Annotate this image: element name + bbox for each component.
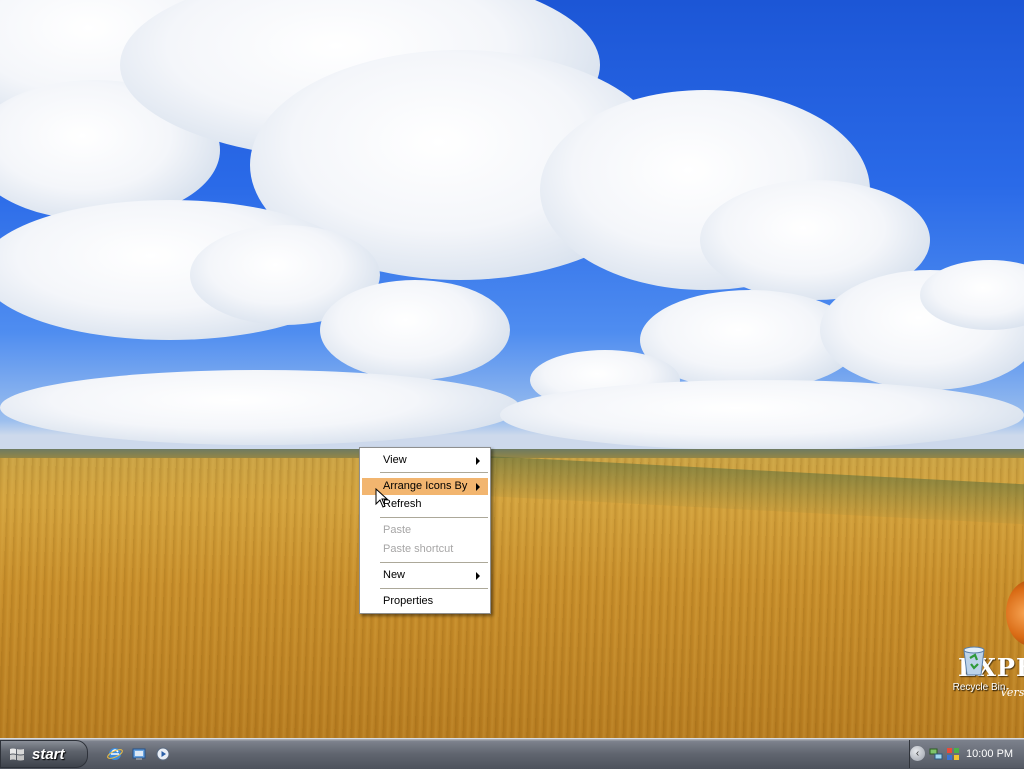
internet-explorer-icon[interactable]	[107, 746, 123, 762]
menu-item-label: Arrange Icons By	[383, 480, 468, 492]
submenu-arrow-icon	[476, 457, 480, 465]
recycle-bin-label: Recycle Bin	[952, 682, 1006, 693]
mouse-cursor-icon	[375, 488, 389, 508]
wallpaper-cloud	[500, 380, 1024, 450]
recycle-bin-icon	[963, 646, 985, 676]
menu-separator	[380, 517, 488, 518]
show-hidden-icons-chevron[interactable]: ‹	[910, 746, 925, 761]
show-desktop-icon[interactable]	[131, 746, 147, 762]
clock[interactable]: 10:00 PM	[966, 748, 1013, 760]
menu-item-paste-shortcut[interactable]: Paste shortcut	[362, 541, 488, 558]
desktop-context-menu: View Arrange Icons By Refresh Paste Past…	[359, 447, 491, 614]
submenu-arrow-icon	[476, 483, 480, 491]
taskbar: start ‹ 10:00 PM	[0, 738, 1024, 769]
menu-item-label: Properties	[383, 595, 434, 607]
wallpaper-cloud	[320, 280, 510, 380]
desktop-icon-recycle-bin[interactable]: Recycle Bin	[944, 644, 1014, 696]
menu-item-properties[interactable]: Properties	[362, 593, 488, 610]
start-button[interactable]: start	[0, 740, 88, 768]
desktop[interactable]: EXPE Vers Recycle Bin View Arrange Icons…	[0, 0, 1024, 738]
notification-area: ‹ 10:00 PM	[909, 740, 1024, 768]
media-player-icon[interactable]	[155, 746, 171, 762]
menu-item-label: Paste shortcut	[383, 543, 454, 555]
menu-item-label: New	[383, 569, 406, 581]
submenu-arrow-icon	[476, 572, 480, 580]
menu-separator	[380, 588, 488, 589]
menu-item-label: Paste	[383, 524, 412, 536]
wallpaper-cloud	[0, 370, 520, 445]
menu-item-new[interactable]: New	[362, 567, 488, 584]
windows-logo-icon	[10, 748, 24, 761]
start-label: start	[32, 746, 65, 763]
menu-item-view[interactable]: View	[362, 452, 488, 469]
security-icon[interactable]	[946, 747, 960, 761]
menu-separator	[380, 472, 488, 473]
menu-item-paste[interactable]: Paste	[362, 522, 488, 539]
network-icon[interactable]	[929, 747, 943, 761]
menu-item-label: View	[383, 454, 407, 466]
menu-separator	[380, 562, 488, 563]
